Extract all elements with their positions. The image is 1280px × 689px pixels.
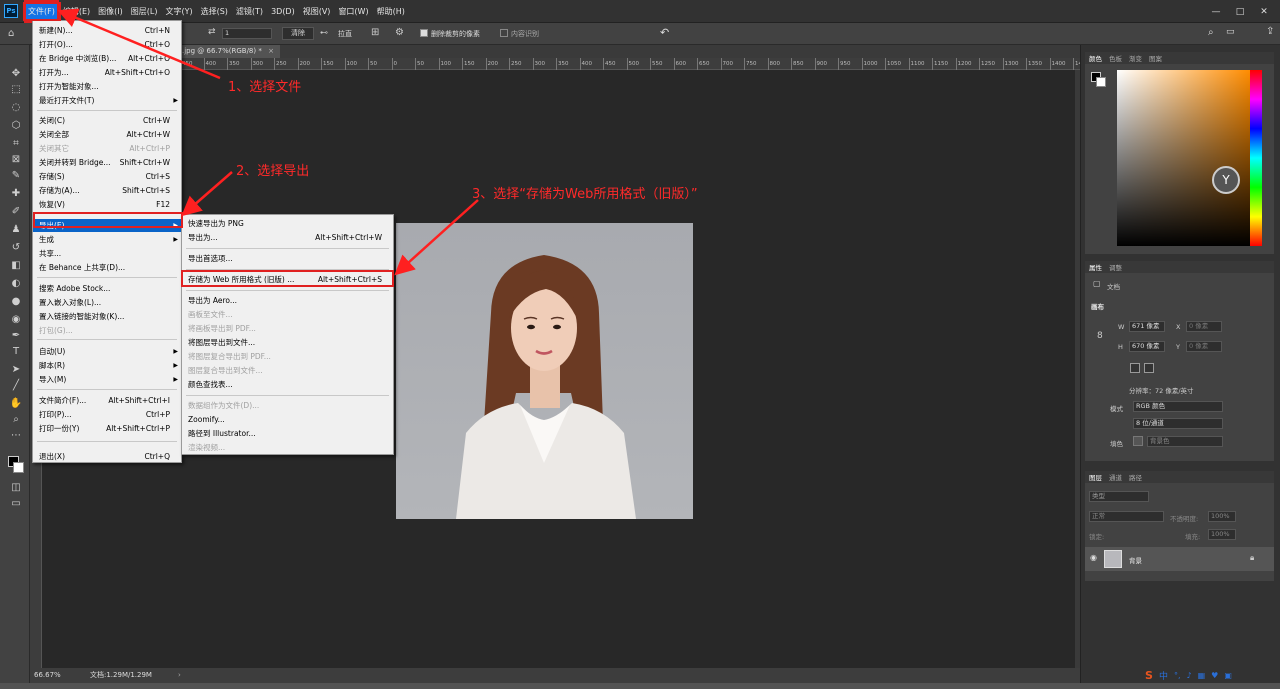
arrow-step3 [394,199,479,276]
annotation-step3: 3、选择“存储为Web所用格式（旧版）” [472,187,698,202]
annotation-step1: 1、选择文件 [228,80,302,95]
arrow-step1 [57,8,221,80]
arrow-step2 [181,171,233,217]
annotation-arrows [57,8,479,276]
annotation-step2: 2、选择导出 [236,164,310,179]
